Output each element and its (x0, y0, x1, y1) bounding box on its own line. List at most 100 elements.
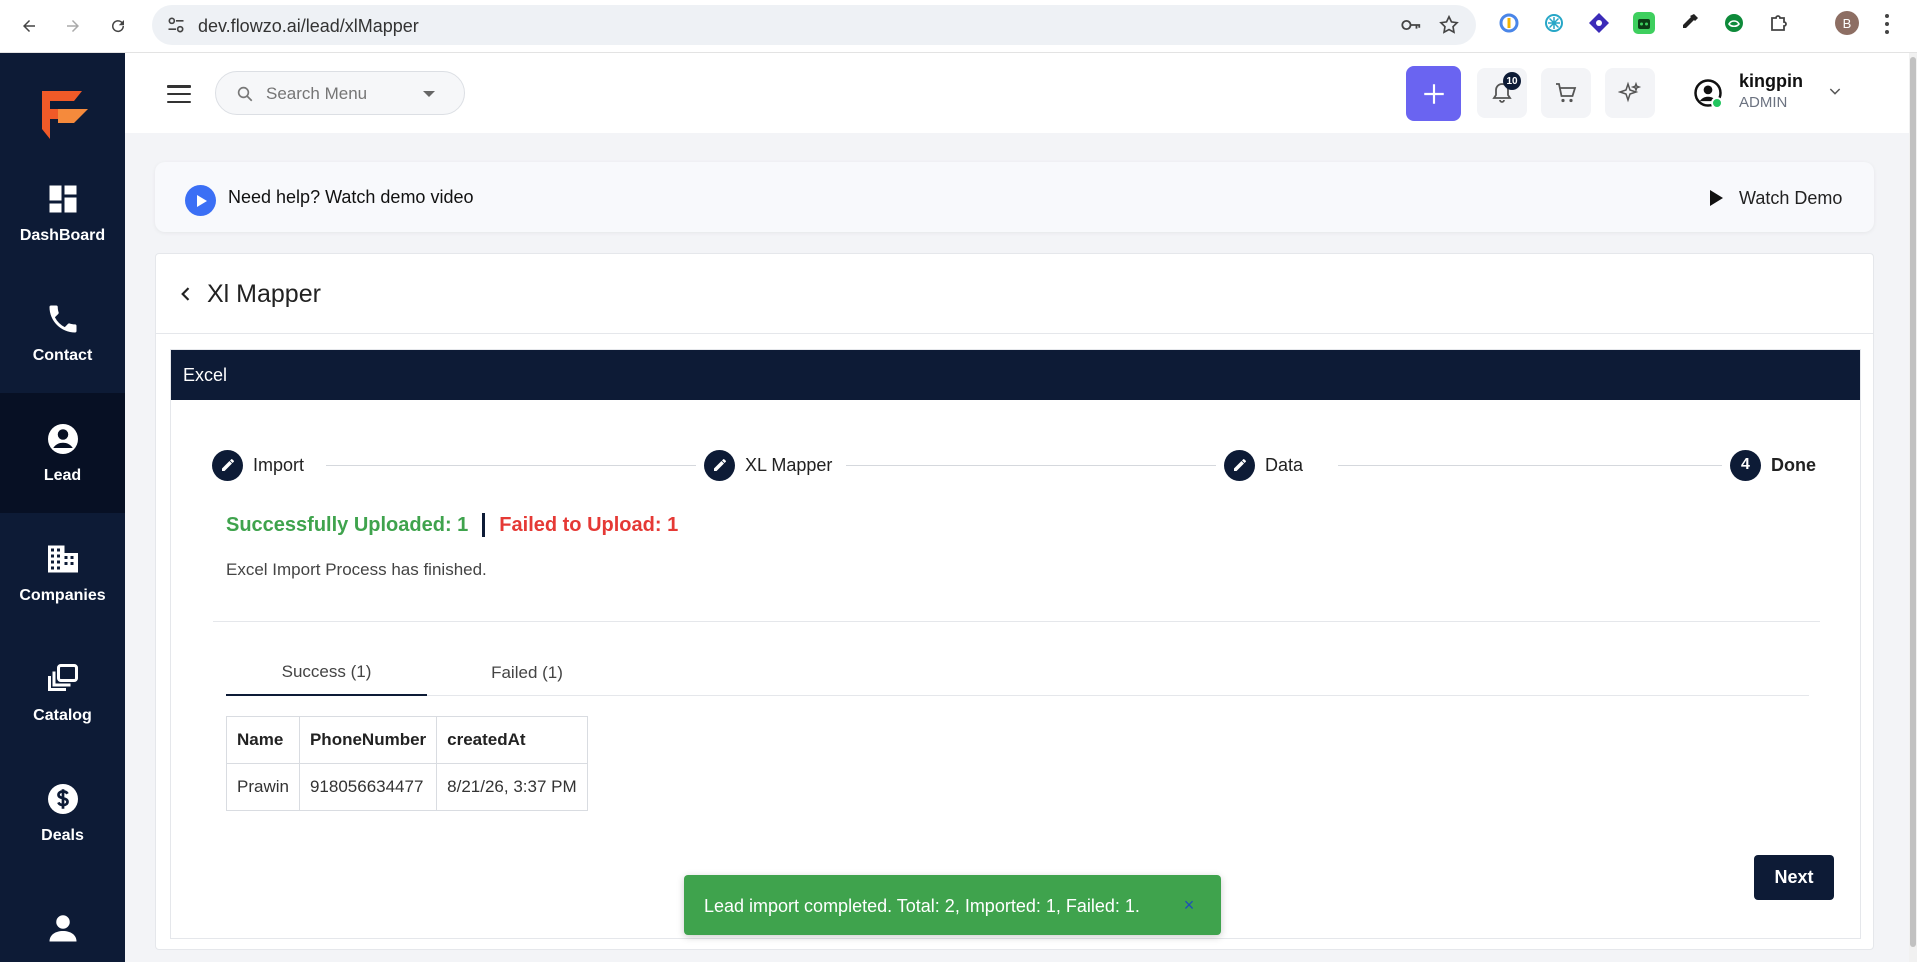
step-done[interactable]: 4 Done (1730, 449, 1816, 481)
upload-summary: Successfully Uploaded: 1 Failed to Uploa… (226, 513, 678, 537)
results-table: Name PhoneNumber createdAt Prawin 918056… (226, 716, 588, 811)
ai-sparkle-button[interactable] (1605, 68, 1655, 118)
user-name[interactable]: kingpin (1739, 71, 1803, 92)
top-header: 10 kingpin ADMIN (125, 53, 1917, 133)
process-message: Excel Import Process has finished. (226, 560, 487, 579)
catalog-icon (47, 664, 78, 691)
sidebar-item-label: Lead (43, 467, 82, 484)
extension-icon[interactable] (1543, 12, 1565, 34)
tab-failed[interactable]: Failed (1) (427, 650, 627, 696)
play-circle-icon[interactable] (185, 185, 216, 216)
page-title: Xl Mapper (207, 280, 321, 308)
url-text[interactable]: dev.flowzo.ai/lead/xlMapper (198, 16, 419, 37)
edit-icon (1224, 449, 1255, 481)
next-button[interactable]: Next (1754, 855, 1834, 900)
close-icon[interactable]: × (1179, 895, 1199, 915)
play-icon (1710, 190, 1723, 206)
watch-demo-button[interactable]: Watch Demo (1710, 182, 1842, 214)
browser-menu-icon[interactable] (1883, 12, 1891, 36)
success-count: Successfully Uploaded: 1 (226, 513, 469, 536)
edit-icon (212, 449, 243, 481)
sidebar-item-lead[interactable]: Lead (0, 393, 125, 513)
stepper-connector (326, 465, 696, 466)
cart-icon (1556, 83, 1577, 103)
user-role: ADMIN (1739, 94, 1788, 111)
sidebar-item-label: DashBoard (19, 227, 106, 244)
search-icon (237, 86, 253, 102)
column-header: Name (226, 716, 300, 764)
puzzle-extensions-icon[interactable] (1768, 12, 1790, 34)
bookmark-star-icon[interactable] (1438, 14, 1460, 36)
chevron-down-icon[interactable] (423, 91, 435, 97)
failed-count: Failed to Upload: 1 (499, 513, 679, 536)
summary-separator (482, 513, 486, 537)
dashboard-icon (49, 185, 76, 213)
notification-count-badge: 10 (1503, 72, 1521, 90)
sidebar-item-profile[interactable] (0, 873, 125, 962)
help-text: Need help? Watch demo video (228, 187, 474, 207)
result-tabs: Success (1) Failed (1) (226, 650, 1809, 696)
arrow-right-icon (67, 20, 79, 32)
chevron-down-icon[interactable] (1827, 83, 1843, 99)
extension-icon[interactable] (1723, 12, 1745, 34)
step-import[interactable]: Import (212, 449, 304, 481)
reload-icon (112, 20, 125, 33)
step-label: Data (1265, 454, 1304, 475)
back-chevron-icon[interactable] (176, 284, 196, 304)
excel-section: Excel Import XL Mapper Data 4 Done Succe… (170, 349, 1861, 939)
table-cell: Prawin (226, 763, 300, 811)
search-menu-input[interactable] (266, 82, 416, 106)
sidebar-item-deals[interactable]: Deals (0, 753, 125, 873)
sidebar-item-label: Deals (41, 827, 84, 844)
reload-button[interactable] (103, 11, 133, 41)
add-new-button[interactable] (1406, 66, 1461, 121)
table-cell: 918056634477 (298, 763, 438, 811)
extension-icon[interactable] (1633, 12, 1655, 34)
address-bar[interactable]: dev.flowzo.ai/lead/xlMapper (152, 5, 1476, 45)
password-key-icon[interactable] (1400, 15, 1422, 35)
plus-icon (1423, 83, 1444, 104)
sidebar-item-catalog[interactable]: Catalog (0, 633, 125, 753)
sidebar-item-contact[interactable]: Contact (0, 273, 125, 393)
column-header: createdAt (436, 716, 588, 764)
dollar-icon (47, 784, 78, 814)
sidebar-item-label: Catalog (33, 707, 92, 724)
step-data[interactable]: Data (1224, 449, 1303, 481)
toast-message: Lead import completed. Total: 2, Importe… (704, 896, 1140, 916)
stepper-connector (1338, 465, 1722, 466)
sidebar: DashBoard Contact Lead Companies Catalog… (0, 53, 125, 962)
table-header-row: Name PhoneNumber createdAt (226, 716, 588, 764)
tab-success[interactable]: Success (1) (226, 650, 427, 696)
help-banner: Need help? Watch demo video Watch Demo (155, 162, 1874, 232)
site-settings-icon[interactable] (166, 15, 186, 35)
eyedropper-extension-icon[interactable] (1678, 12, 1700, 34)
sidebar-item-label: Companies (19, 587, 106, 604)
column-header: PhoneNumber (298, 716, 438, 764)
sparkle-icon (1618, 81, 1642, 103)
account-circle-icon (47, 424, 78, 454)
building-icon (47, 545, 78, 573)
sidebar-item-companies[interactable]: Companies (0, 513, 125, 633)
online-status-dot (1711, 97, 1723, 109)
extension-icon[interactable] (1498, 12, 1520, 34)
edit-icon (704, 449, 735, 481)
sidebar-item-dashboard[interactable]: DashBoard (0, 153, 125, 273)
scrollbar-thumb[interactable] (1910, 57, 1916, 947)
step-number: 4 (1730, 449, 1761, 481)
cart-button[interactable] (1541, 68, 1591, 118)
flowzo-logo[interactable] (36, 87, 90, 143)
extension-icon[interactable] (1588, 12, 1610, 34)
step-xl-mapper[interactable]: XL Mapper (704, 449, 832, 481)
watch-demo-label: Watch Demo (1739, 187, 1843, 208)
forward-nav-button[interactable] (58, 11, 88, 41)
divider (213, 621, 1820, 622)
success-toast: Lead import completed. Total: 2, Importe… (684, 875, 1221, 935)
stepper-connector (846, 465, 1216, 466)
notifications-button[interactable]: 10 (1477, 68, 1527, 118)
search-menu[interactable] (215, 71, 465, 115)
phone-icon (49, 305, 76, 333)
hamburger-menu-icon[interactable] (167, 85, 191, 103)
table-row: Prawin 918056634477 8/21/26, 3:37 PM (226, 763, 588, 811)
profile-avatar[interactable]: B (1835, 11, 1859, 35)
back-nav-button[interactable] (14, 11, 44, 41)
